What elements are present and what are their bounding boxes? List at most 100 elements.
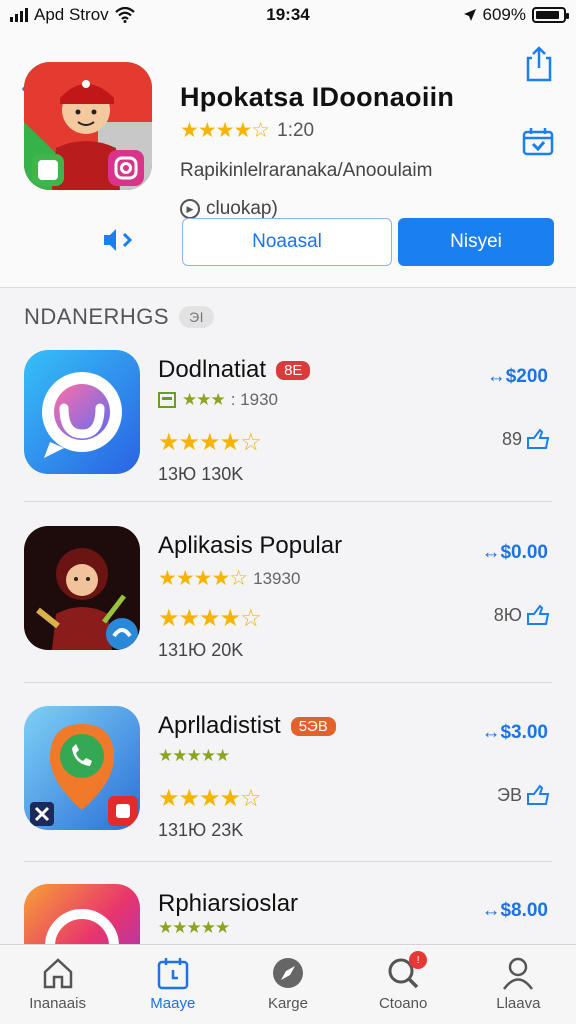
app-badge: 5ЭB	[290, 717, 336, 737]
tab-calendar[interactable]: Maaye	[118, 955, 228, 1012]
app-sub-count: : 1930	[230, 390, 278, 409]
app-name: Aprlladistist 5ЭB	[158, 712, 336, 740]
signal-icon	[10, 8, 28, 22]
app-action-button[interactable]: 8Ю	[494, 604, 550, 626]
status-time: 19:34	[266, 5, 310, 24]
hero-title: Hpokatsa IDoonaoiin	[180, 82, 455, 112]
camera-app-icon	[24, 884, 140, 944]
tab-search[interactable]: ! Ctoano	[348, 951, 458, 1012]
app-badge: 8E	[276, 361, 311, 381]
app-price-button[interactable]: ↔$200	[487, 366, 548, 388]
small-stars: ★★★	[182, 390, 226, 409]
app-list-item[interactable]: Rphiarsioslar ★★★★★ ↔$8.00	[0, 884, 576, 944]
app-name: Rphiarsioslar	[158, 890, 298, 918]
compass-icon	[270, 955, 306, 991]
share-arrow-icon	[527, 604, 550, 625]
tab-home[interactable]: Inanaais	[3, 955, 113, 1012]
app-sub-rating: ★★★ : 1930	[158, 390, 278, 410]
app-price-text: $3.00	[500, 722, 548, 743]
chat-bubble-icon	[24, 350, 140, 474]
app-action-text: 89	[501, 428, 522, 449]
tab-compass[interactable]: Karge	[233, 955, 343, 1012]
app-price-text: $0.00	[500, 542, 548, 563]
play-circle-icon: ▶	[180, 199, 200, 219]
tab-label: Llaava	[496, 995, 541, 1012]
app-price-button[interactable]: ↔$8.00	[481, 900, 548, 922]
section-header: NDANERHGS ЭI	[24, 304, 215, 330]
search-icon: !	[385, 951, 428, 991]
location-arrow-icon	[463, 9, 476, 21]
app-name: Aplikasis Popular	[158, 532, 342, 560]
person-icon	[500, 955, 536, 991]
share-icon[interactable]	[524, 46, 554, 82]
hero-stars: ★★★★☆	[180, 119, 270, 142]
app-price-text: $200	[505, 366, 548, 387]
section-title: NDANERHGS	[24, 304, 170, 329]
battery-icon	[532, 7, 569, 23]
home-icon	[40, 955, 76, 991]
list-divider	[24, 861, 552, 862]
app-sub-count: 13930	[253, 568, 301, 588]
app-price-button[interactable]: ↔$0.00	[481, 542, 548, 564]
battery-percent: 609%	[482, 5, 526, 24]
hero-rating: ★★★★☆ 1:20	[180, 118, 314, 143]
small-stars: ★★★★☆	[158, 567, 248, 590]
hero-meta-text: cluokap)	[206, 198, 278, 219]
app-name-text: Aplikasis Popular	[158, 532, 343, 559]
wifi-icon	[114, 7, 135, 23]
hero-category: Rapikinlelraranaka/Anooulaim	[180, 160, 433, 181]
secondary-button[interactable]: Noaasal	[182, 218, 392, 266]
app-action-button[interactable]: 89	[502, 428, 550, 450]
app-list-item[interactable]: Aplikasis Popular ★★★★☆ 13930 ★★★★☆ 131Ю…	[0, 526, 576, 704]
hero-rating-value: 1:20	[277, 119, 315, 141]
small-stars: ★★★★★	[158, 918, 230, 937]
tab-label: Ctoano	[378, 995, 428, 1012]
small-stars: ★★★★★	[158, 746, 230, 765]
avatar-illustration	[24, 62, 152, 190]
app-stars: ★★★★☆	[158, 785, 262, 812]
image-thumb-icon	[158, 392, 176, 408]
app-header: Hpokatsa IDoonaoiin ★★★★☆ 1:20 Rapikinle…	[0, 30, 576, 288]
calendar-icon	[155, 955, 191, 991]
app-name-text: Dodlnatiat	[158, 356, 267, 383]
app-count: 131Ю 20K	[158, 640, 244, 660]
app-price-text: $8.00	[500, 900, 548, 921]
character-app-icon	[24, 526, 140, 650]
app-action-text: ЭВ	[497, 784, 522, 805]
hero-app-icon	[24, 62, 152, 190]
tab-label: Karge	[267, 995, 308, 1012]
status-left: Apd Strov	[10, 5, 135, 25]
tab-label: Inanaais	[29, 995, 86, 1012]
app-name: Dodlnatiat 8E	[158, 356, 311, 384]
app-name-text: Rphiarsioslar	[158, 890, 299, 917]
list-divider	[24, 682, 552, 683]
share-arrow-icon	[527, 784, 550, 805]
primary-button[interactable]: Nisyei	[398, 218, 554, 266]
app-sub-rating: ★★★★★	[158, 918, 230, 938]
app-price-button[interactable]: ↔$3.00	[481, 722, 548, 744]
audio-toggle-icon[interactable]	[100, 226, 140, 254]
tab-profile[interactable]: Llaava	[463, 955, 573, 1012]
section-badge: ЭI	[179, 306, 215, 328]
app-count: 131Ю 23K	[158, 820, 244, 840]
app-name-text: Aprlladistist	[158, 712, 281, 739]
app-action-button[interactable]: ЭВ	[497, 784, 550, 806]
carrier-label: Apd Strov	[34, 5, 109, 24]
app-count: 13Ю 130K	[158, 464, 244, 484]
app-stars: ★★★★☆	[158, 605, 262, 632]
app-list-item[interactable]: Aprlladistist 5ЭB ★★★★★ ★★★★☆ 131Ю 23K ↔$…	[0, 706, 576, 884]
status-bar: Apd Strov 19:34 609%	[0, 0, 576, 30]
hero-meta: ▶ cluokap)	[180, 198, 278, 220]
app-stars: ★★★★☆	[158, 429, 262, 456]
notification-badge: !	[409, 951, 428, 969]
tab-bar: Inanaais Maaye Karge ! Ctoano Llaava	[0, 944, 576, 1024]
tab-label: Maaye	[150, 995, 196, 1012]
app-sub-rating: ★★★★☆ 13930	[158, 566, 300, 591]
phone-call-app-icon	[24, 706, 140, 830]
share-arrow-icon	[527, 428, 550, 449]
app-sub-rating: ★★★★★	[158, 746, 230, 766]
status-right: 609%	[463, 5, 569, 25]
app-action-text: 8Ю	[493, 604, 522, 625]
list-divider	[24, 501, 552, 502]
calendar-check-icon[interactable]	[522, 126, 554, 156]
